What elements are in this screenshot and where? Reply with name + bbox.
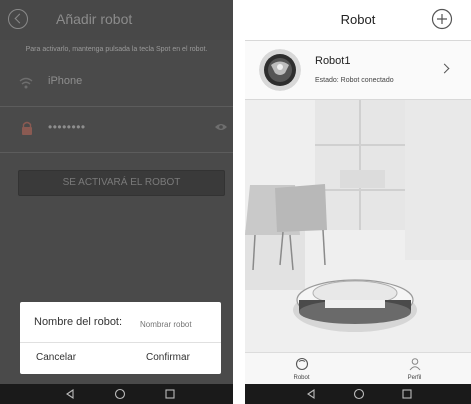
activation-instruction: Para activarlo, mantenga pulsada la tecl… bbox=[25, 46, 208, 53]
living-room-background-image bbox=[245, 100, 471, 352]
home-circle-icon[interactable] bbox=[114, 388, 126, 400]
dialog-divider bbox=[20, 342, 221, 343]
robot-name-dialog: Nombre del robot: Cancelar Confirmar bbox=[20, 302, 221, 374]
password-field[interactable]: •••••••• bbox=[48, 120, 86, 134]
robot-list-screen: Robot Robot1 Estado: Robot conectado Rob… bbox=[245, 0, 471, 404]
wifi-icon bbox=[19, 77, 33, 89]
android-nav-bar bbox=[245, 384, 471, 404]
wifi-password-row[interactable]: •••••••• bbox=[0, 106, 233, 153]
recents-square-icon[interactable] bbox=[164, 388, 176, 400]
robot-name-label: Nombre del robot: bbox=[34, 316, 123, 328]
add-robot-screen: Añadir robot Para activarlo, mantenga pu… bbox=[0, 0, 233, 404]
robot-name-input[interactable] bbox=[140, 316, 212, 332]
person-icon bbox=[409, 358, 421, 371]
bottom-tab-bar: Robot Perfil bbox=[245, 352, 471, 385]
chevron-right-icon bbox=[439, 63, 450, 74]
robot-icon bbox=[295, 357, 309, 371]
tab-perfil-label: Perfil bbox=[407, 375, 422, 381]
activate-robot-button[interactable]: SE ACTIVARÁ EL ROBOT bbox=[18, 170, 225, 196]
robot-header: Robot bbox=[245, 0, 471, 41]
add-robot-header: Añadir robot bbox=[0, 0, 233, 40]
back-triangle-icon[interactable] bbox=[64, 388, 76, 400]
tab-perfil[interactable]: Perfil bbox=[358, 353, 471, 385]
wifi-ssid: iPhone bbox=[48, 75, 83, 87]
back-circle-icon[interactable] bbox=[8, 9, 28, 29]
cancel-button[interactable]: Cancelar bbox=[36, 352, 76, 363]
activate-robot-label: SE ACTIVARÁ EL ROBOT bbox=[62, 177, 181, 188]
robot-status: Estado: Robot conectado bbox=[315, 77, 394, 84]
tab-robot[interactable]: Robot bbox=[245, 353, 358, 385]
recents-square-icon[interactable] bbox=[401, 388, 413, 400]
page-title: Añadir robot bbox=[56, 11, 133, 27]
plus-circle-icon[interactable] bbox=[431, 8, 453, 30]
home-circle-icon[interactable] bbox=[353, 388, 365, 400]
tab-robot-label: Robot bbox=[293, 375, 310, 381]
robot-list-item[interactable]: Robot1 Estado: Robot conectado bbox=[245, 41, 471, 100]
lock-icon bbox=[22, 121, 32, 135]
back-triangle-icon[interactable] bbox=[305, 388, 317, 400]
robot-name: Robot1 bbox=[315, 55, 351, 67]
android-nav-bar bbox=[0, 384, 233, 404]
eye-icon[interactable] bbox=[214, 122, 228, 132]
confirm-button[interactable]: Confirmar bbox=[146, 352, 190, 363]
wifi-network-row[interactable]: iPhone bbox=[0, 60, 233, 107]
robot-avatar bbox=[259, 49, 301, 91]
